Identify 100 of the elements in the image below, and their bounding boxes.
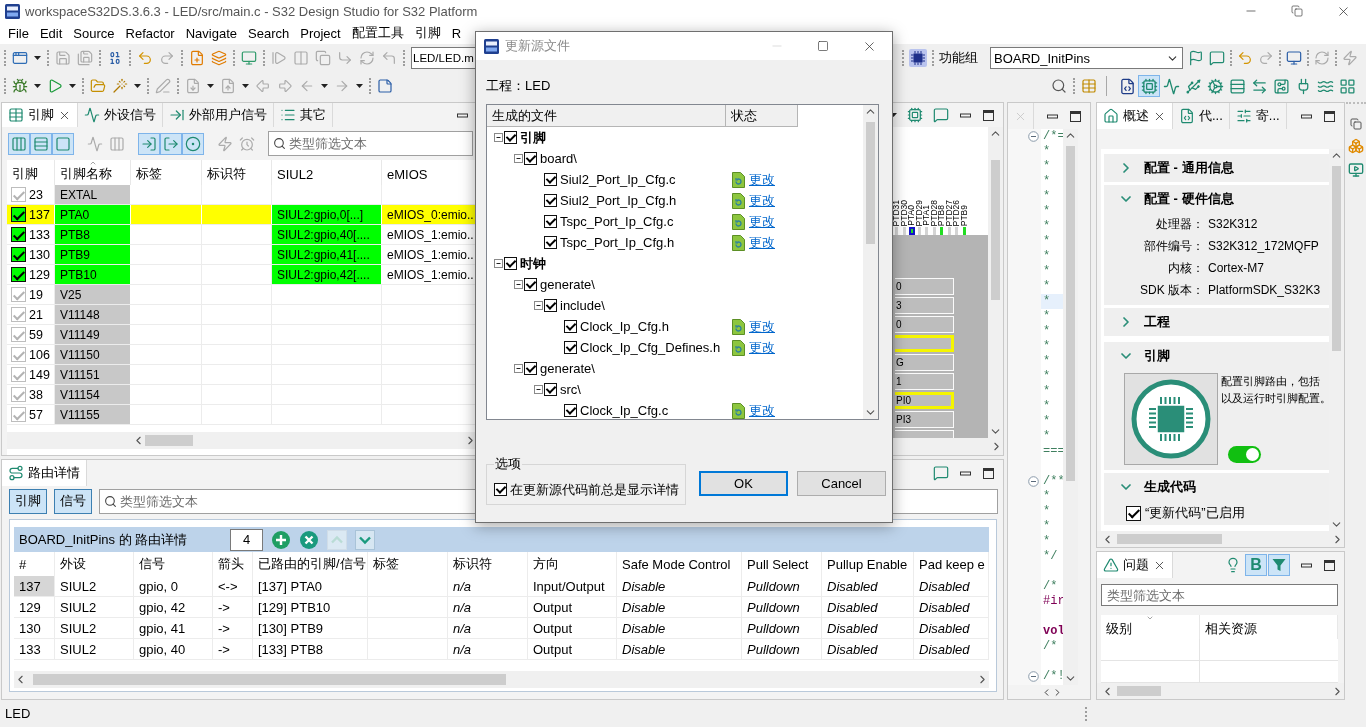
table-cell: Input/Output — [528, 576, 617, 596]
table-cell: -> — [213, 618, 253, 638]
pin-label: PTB9 — [960, 204, 968, 226]
table-cell: -> — [213, 597, 253, 617]
table-cell: SIUL2 — [55, 639, 134, 659]
pin-number: 59 — [29, 327, 43, 342]
pin-name: PTB10 — [55, 265, 131, 284]
table-cell: SIUL2:gpio,42[.... — [272, 265, 382, 284]
table-cell: Disable — [617, 576, 742, 596]
table-cell: Pulldown — [742, 597, 822, 617]
dialog-title: 更新源文件 — [505, 37, 570, 55]
pin-number: 129 — [29, 267, 50, 282]
table-cell: Disable — [617, 597, 742, 617]
window-title: workspaceS32DS.3.6.3 - LED/src/main.c - S32 Design Studio for S32 Platform — [25, 3, 478, 19]
table-cell: <-> — [213, 576, 253, 596]
table-cell: 129 — [14, 597, 55, 617]
pin-number: 19 — [29, 287, 43, 302]
table-cell: SIUL2:gpio,41[.... — [272, 245, 382, 264]
pin-number: 21 — [29, 307, 43, 322]
table-cell: Output — [528, 597, 617, 617]
pin-number: 130 — [29, 247, 50, 262]
table-cell: Pulldown — [742, 576, 822, 596]
pin-name: PTB9 — [55, 245, 131, 264]
checkbox-label: 在更新源代码前总是显示详情 — [510, 480, 679, 499]
pin-name: V11149 — [55, 325, 131, 344]
table-cell: Disable — [617, 618, 742, 638]
table-cell: [129] PTB10 — [253, 597, 368, 617]
pin-name: V11151 — [55, 365, 131, 384]
field-label: 部件编号： — [1143, 237, 1204, 255]
table-cell: SIUL2 — [55, 597, 134, 617]
field-label: 内核： — [1167, 259, 1204, 277]
table-cell: SIUL2:gpio,0[...] — [272, 205, 382, 224]
pin-number: 57 — [29, 407, 43, 422]
table-cell: n/a — [448, 639, 528, 659]
pin-number: 106 — [29, 347, 50, 362]
description-text: 配置引脚路由，包括 以及运行时引脚配置。 — [1221, 374, 1329, 406]
group-title: 选项 — [494, 455, 522, 473]
pin-label: PTA1 — [923, 205, 931, 226]
function-group-label: 功能组 — [939, 49, 978, 67]
table-cell: gpio, 41 — [134, 618, 213, 638]
field-label: SDK 版本： — [1139, 281, 1204, 299]
pin-label: PTD30 — [900, 199, 908, 226]
table-cell: Pulldown — [742, 618, 822, 638]
field-value: S32K312_172MQFP — [1207, 239, 1320, 253]
field-value: Cortex-M7 — [1207, 261, 1265, 275]
table-cell: Disabled — [914, 576, 989, 596]
pin-name: PTB8 — [55, 225, 131, 244]
table-cell: n/a — [448, 618, 528, 638]
pin-name: EXTAL — [55, 185, 131, 204]
pin-label: PTD31 — [893, 199, 901, 226]
pin-label: PTD29 — [915, 199, 923, 226]
table-cell: gpio, 42 — [134, 597, 213, 617]
table-cell: Output — [528, 639, 617, 659]
table-cell: SIUL2 — [55, 576, 134, 596]
field-value: S32K312 — [1207, 217, 1259, 231]
table-cell: gpio, 0 — [134, 576, 213, 596]
table-cell: Output — [528, 618, 617, 638]
pin-name: V25 — [55, 285, 131, 304]
table-cell: 130 — [14, 618, 55, 638]
pin-number: 23 — [29, 187, 43, 202]
table-cell: n/a — [448, 576, 528, 596]
field-value: PlatformSDK_S32K3 — [1207, 283, 1322, 297]
table-cell: Disabled — [822, 597, 914, 617]
table-cell: Disabled — [822, 618, 914, 638]
table-cell: eMIOS_0:emio.. — [382, 205, 477, 224]
pin-name: V11148 — [55, 305, 131, 324]
table-cell: gpio, 40 — [134, 639, 213, 659]
table-cell: [137] PTA0 — [253, 576, 368, 596]
pin-label: PTD27 — [945, 199, 953, 226]
table-cell: Disabled — [914, 618, 989, 638]
pin-label: PTA0 — [908, 205, 916, 226]
table-cell: n/a — [448, 597, 528, 617]
table-cell: -> — [213, 639, 253, 659]
pin-label: PTB8 — [938, 204, 946, 226]
project-label: 工程：LED — [486, 77, 551, 95]
pin-number: 38 — [29, 387, 43, 402]
field-label: 处理器： — [1155, 215, 1204, 233]
table-cell: 137 — [14, 576, 55, 596]
table-cell: 133 — [14, 639, 55, 659]
table-cell: Disable — [617, 639, 742, 659]
pin-name: V11155 — [55, 405, 131, 424]
pin-label: PTD26 — [953, 199, 961, 226]
table-cell: Pulldown — [742, 639, 822, 659]
pin-name: V11154 — [55, 385, 131, 404]
table-cell: Disabled — [914, 639, 989, 659]
table-cell: Disabled — [914, 597, 989, 617]
table-cell: SIUL2 — [55, 618, 134, 638]
table-cell: Disabled — [822, 576, 914, 596]
table-cell: SIUL2:gpio,40[.... — [272, 225, 382, 244]
pin-number: 133 — [29, 227, 50, 242]
table-title: BOARD_InitPins 的 路由详情 — [19, 530, 189, 549]
pin-number: 137 — [29, 207, 50, 222]
checkbox-label: “更新代码”已启用 — [1145, 504, 1245, 522]
pin-name: V11150 — [55, 345, 131, 364]
pin-number: 149 — [29, 367, 50, 382]
status-text: LED — [5, 706, 31, 721]
table-cell: [133] PTB8 — [253, 639, 368, 659]
table-cell: Disabled — [822, 639, 914, 659]
pin-name: PTA0 — [55, 205, 131, 224]
pin-label: PTD28 — [930, 199, 938, 226]
